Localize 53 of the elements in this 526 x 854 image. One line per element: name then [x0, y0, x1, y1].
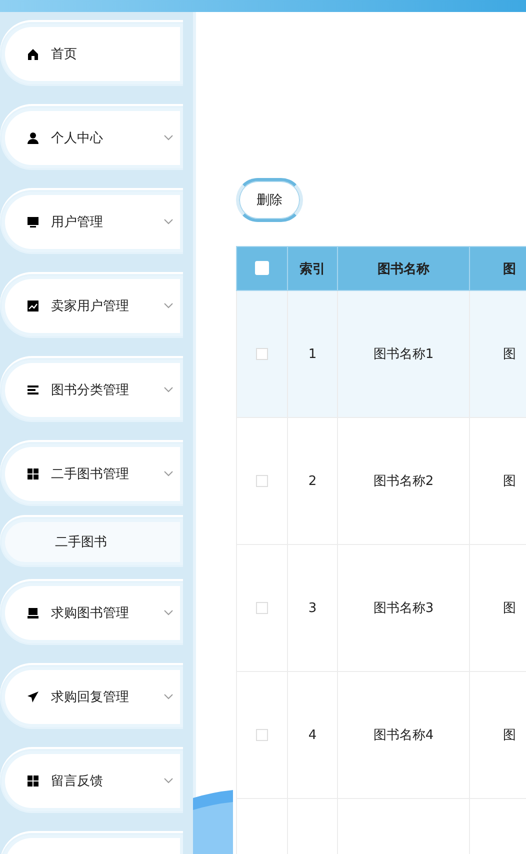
user-icon	[27, 132, 39, 144]
table-cell: 图	[503, 474, 516, 489]
chevron-icon	[164, 135, 173, 141]
column-header: 索引	[300, 262, 326, 276]
chevron-icon	[164, 610, 173, 616]
table-cell: 图	[503, 601, 516, 616]
table-cell: 2	[308, 474, 317, 488]
grid-icon	[27, 775, 39, 787]
menu-item[interactable]: 用户管理	[0, 190, 183, 254]
list-icon	[27, 384, 39, 396]
submenu-item[interactable]: 二手图书	[0, 517, 183, 567]
select-all-checkbox[interactable]	[255, 261, 269, 276]
column-header: 图书名称	[378, 262, 430, 276]
menu-item[interactable]: 二手图书管理	[0, 442, 183, 506]
table-row[interactable]: 3 图书名称3 图	[236, 544, 526, 672]
chevron-icon	[164, 778, 173, 784]
menu-item[interactable]: 图书分类管理	[0, 358, 183, 422]
table-cell: 图书名称2	[373, 474, 434, 489]
table-cell: 3	[308, 600, 317, 616]
menu-item[interactable]: 个人中心	[0, 106, 183, 170]
chevron-icon	[164, 471, 173, 477]
table-cell: 4	[308, 728, 317, 742]
table-row[interactable]: 2 图书名称2 图	[236, 418, 526, 544]
table-row[interactable]: 1 图书名称1 图	[236, 290, 526, 418]
row-checkbox[interactable]	[256, 348, 268, 360]
table-cell: 图书名称1	[373, 347, 434, 362]
row-checkbox[interactable]	[256, 602, 268, 614]
chevron-icon	[164, 387, 173, 393]
table-cell: 图书名称3	[373, 601, 434, 616]
paper-plane-icon	[27, 691, 39, 703]
table-cell: 图	[503, 347, 516, 362]
grid-icon	[27, 468, 39, 480]
table-cell: 1	[308, 346, 317, 362]
inbox-icon	[27, 607, 39, 619]
row-checkbox[interactable]	[256, 474, 268, 487]
delete-button[interactable]: 删除	[236, 178, 303, 222]
wave-decoration	[193, 790, 233, 854]
chevron-icon	[164, 694, 173, 700]
home-icon	[27, 48, 39, 60]
menu-item[interactable]: 求购图书管理	[0, 581, 183, 645]
monitor-icon	[27, 216, 39, 228]
menu-item[interactable]: 卖家用户管理	[0, 274, 183, 338]
table-cell: 图书名称4	[373, 728, 434, 743]
chart-icon	[27, 300, 39, 312]
menu-item[interactable]: 首页	[0, 22, 183, 86]
row-checkbox[interactable]	[256, 728, 268, 741]
menu-item[interactable]: 留言反馈	[0, 749, 183, 813]
chevron-icon	[164, 219, 173, 225]
menu-item[interactable]: 求购回复管理	[0, 665, 183, 729]
table-row[interactable]: 4 图书名称4 图	[236, 672, 526, 798]
column-header: 图	[503, 262, 516, 276]
chevron-icon	[164, 303, 173, 309]
table-cell: 图	[503, 728, 516, 743]
